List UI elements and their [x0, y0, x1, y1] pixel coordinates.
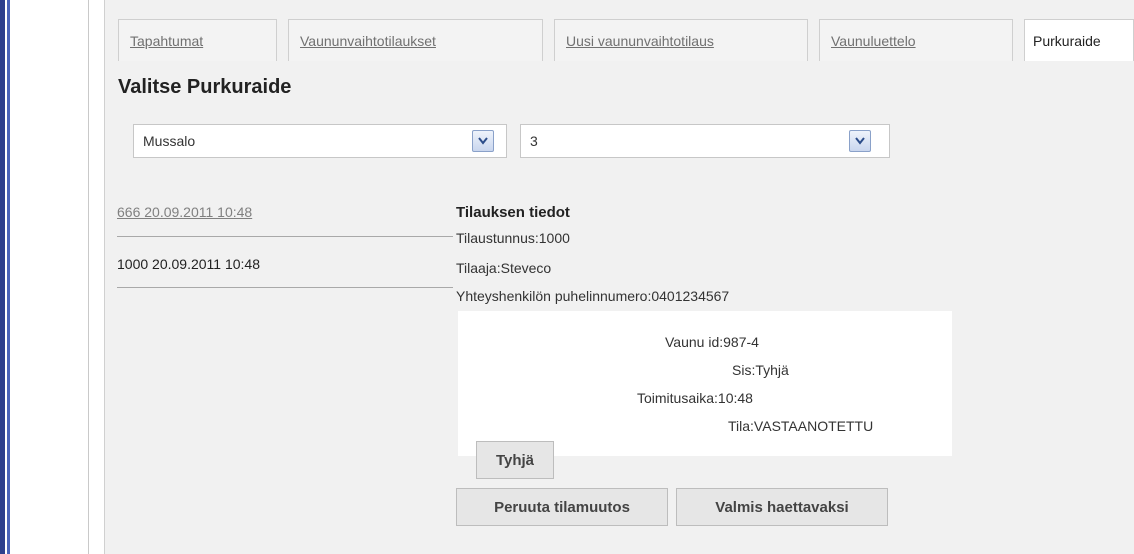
- order-id: Tilaustunnus:1000: [456, 230, 570, 246]
- wagon-delivery-time: Toimitusaika:10:48: [637, 390, 753, 406]
- wagon-contents: Sis:Tyhjä: [732, 362, 789, 378]
- location-select[interactable]: Mussalo: [133, 124, 507, 158]
- list-divider: [117, 236, 453, 237]
- wagon-info-box: Vaunu id:987-4 Sis:Tyhjä Toimitusaika:10…: [458, 311, 952, 456]
- list-divider: [117, 287, 453, 288]
- contact-phone: Yhteyshenkilön puhelinnumero:0401234567: [456, 288, 730, 304]
- location-select-value: Mussalo: [143, 133, 196, 149]
- chevron-down-icon[interactable]: [849, 130, 871, 152]
- chevron-down-icon[interactable]: [472, 130, 494, 152]
- wagon-status: Tila:VASTAANOTETTU: [728, 418, 874, 434]
- cancel-status-change-button[interactable]: Peruuta tilamuutos: [456, 488, 668, 526]
- track-select[interactable]: 3: [520, 124, 890, 158]
- tab-vaunuluettelo[interactable]: Vaunuluettelo: [819, 19, 1013, 61]
- window-edge-bar: [0, 0, 5, 554]
- orderer: Tilaaja:Steveco: [456, 260, 552, 276]
- window-edge-bar-inner: [7, 0, 10, 554]
- wagon-id: Vaunu id:987-4: [665, 334, 759, 350]
- ready-for-pickup-button[interactable]: Valmis haettavaksi: [676, 488, 888, 526]
- order-item-selected[interactable]: 1000 20.09.2011 10:48: [117, 256, 260, 272]
- page-divider: [88, 0, 89, 554]
- tab-purkuraide[interactable]: Purkuraide: [1024, 19, 1134, 61]
- track-select-value: 3: [530, 133, 538, 149]
- order-details-title: Tilauksen tiedot: [456, 204, 570, 221]
- tab-uusi-vaununvaihtotilaus[interactable]: Uusi vaununvaihtotilaus: [554, 19, 808, 61]
- empty-button[interactable]: Tyhjä: [476, 441, 554, 479]
- order-link-666[interactable]: 666 20.09.2011 10:48: [117, 204, 252, 220]
- page-title: Valitse Purkuraide: [118, 76, 292, 98]
- tab-tapahtumat[interactable]: Tapahtumat: [118, 19, 277, 61]
- tab-vaununvaihtotilaukset[interactable]: Vaununvaihtotilaukset: [288, 19, 543, 61]
